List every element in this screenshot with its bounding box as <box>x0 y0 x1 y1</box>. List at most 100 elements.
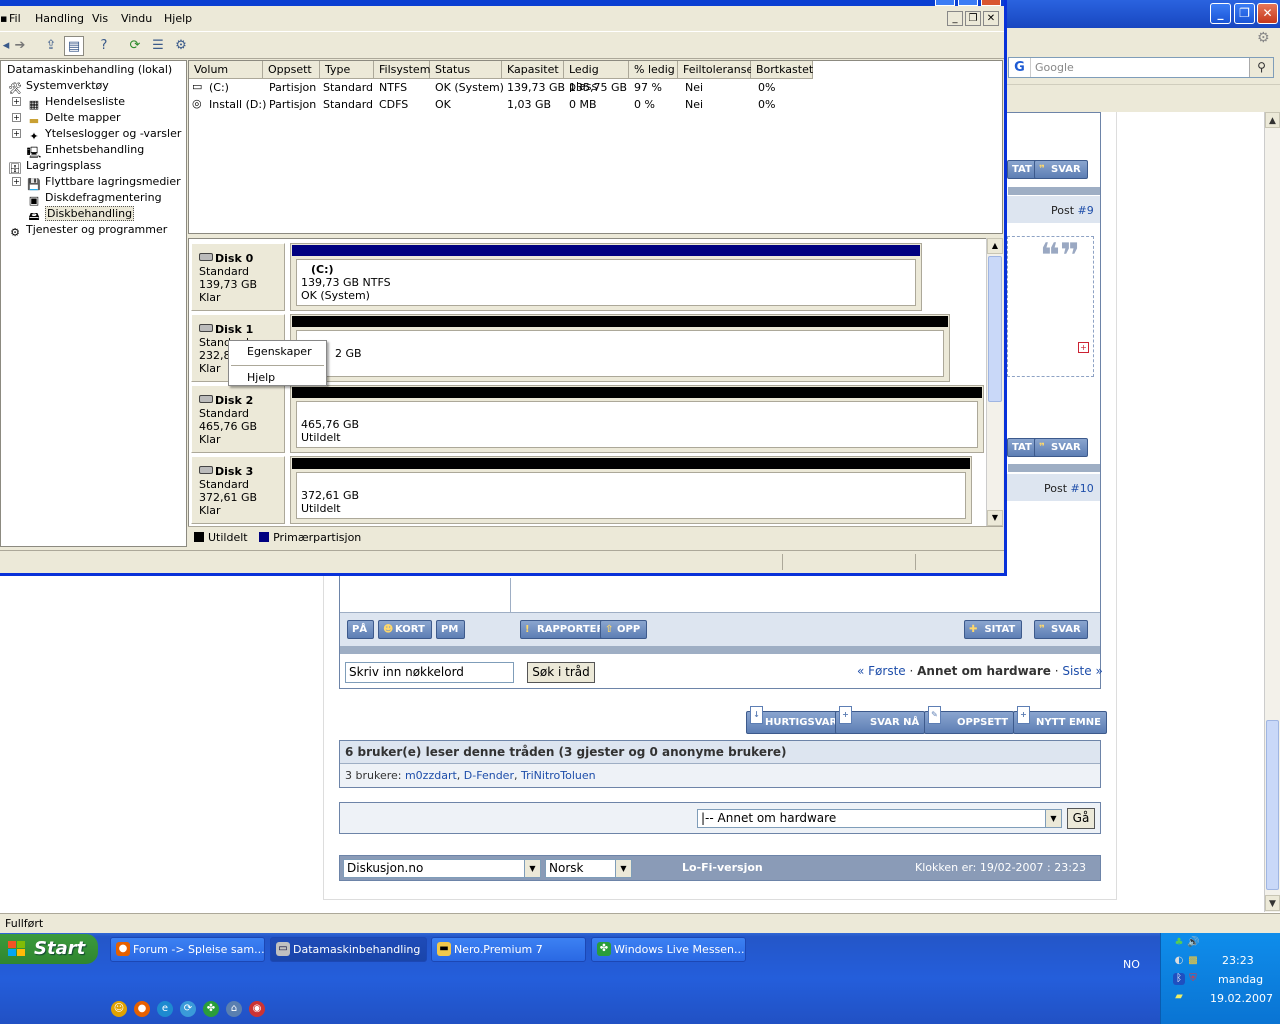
reply-button[interactable]: ❞ SVAR <box>1034 620 1088 639</box>
profile-card-button[interactable]: ☻ KORT <box>378 620 432 639</box>
show-tree-icon[interactable]: ▤ <box>64 36 84 56</box>
column-header[interactable]: Status <box>430 61 502 79</box>
reply-now-button[interactable]: + SVAR NÅ <box>835 706 926 734</box>
chevron-down-icon[interactable]: ▼ <box>524 860 540 877</box>
quicklaunch-penguin-icon[interactable]: ☺ <box>111 1001 127 1017</box>
tree-item-device-manager[interactable]: 🖳 Enhetsbehandling <box>26 143 145 160</box>
disk-1-unallocated[interactable]: 2 GB <box>290 314 950 382</box>
tree-item-event-viewer[interactable]: + ▦ Hendelsesliste <box>12 95 125 112</box>
menu-action[interactable]: Handling <box>35 12 84 25</box>
quote-button[interactable]: ✚ SITAT <box>964 620 1023 639</box>
taskbar-item-nero[interactable]: ▬ Nero.Premium 7 <box>431 937 586 962</box>
disk-2-unallocated[interactable]: 465,76 GB Utildelt <box>290 385 984 453</box>
column-header[interactable]: Feiltoleranse <box>678 61 753 79</box>
chevron-down-icon[interactable]: ▼ <box>1045 810 1061 827</box>
disk-view-scrollbar[interactable]: ▲ ▼ <box>986 238 1003 526</box>
maximize-button[interactable] <box>958 0 978 6</box>
go-button[interactable]: Gå <box>1067 808 1095 829</box>
keyword-input[interactable]: Skriv inn nøkkelord <box>345 662 514 683</box>
language-indicator[interactable]: NO <box>1123 958 1140 971</box>
column-header[interactable]: Oppsett <box>263 61 320 79</box>
search-icon[interactable]: ⚲ <box>1249 58 1273 77</box>
browser-close-button[interactable]: ✕ <box>1257 3 1278 24</box>
pm-button[interactable]: PM <box>436 620 466 639</box>
menu-help[interactable]: Hjelp <box>164 12 192 25</box>
browser-minimize-button[interactable]: _ <box>1210 3 1231 24</box>
google-search-box[interactable]: G Google ⚲ <box>1008 57 1274 78</box>
tree-item-system-tools[interactable]: 🛠 Systemverktøy <box>7 79 109 96</box>
tree-item-services-applications[interactable]: ⚙ Tjenester og programmer <box>7 223 167 240</box>
menu-window[interactable]: Vindu <box>121 12 152 25</box>
quicklaunch-ie-icon[interactable]: e <box>157 1001 173 1017</box>
partition-c[interactable]: (C:) 139,73 GB NTFS OK (System) <box>290 243 922 311</box>
child-restore-button[interactable]: ❐ <box>965 11 981 26</box>
windows-security-icon[interactable]: ▩ <box>1187 955 1199 967</box>
reply-button[interactable]: ❞ SVAR <box>1034 160 1088 179</box>
forward-icon[interactable]: ➔ <box>10 36 30 56</box>
scroll-thumb[interactable] <box>988 256 1002 402</box>
google-icon[interactable]: G <box>1009 58 1031 77</box>
first-page-link[interactable]: « Første <box>857 664 906 678</box>
quicklaunch-firefox-icon[interactable]: ● <box>134 1001 150 1017</box>
scroll-down-icon[interactable]: ▼ <box>1265 895 1280 911</box>
expand-icon[interactable]: + <box>12 113 21 122</box>
context-menu-properties[interactable]: Egenskaper <box>247 345 312 358</box>
close-button[interactable] <box>981 0 1001 6</box>
column-header[interactable]: Filsystem <box>374 61 430 79</box>
reader-link[interactable]: TriNitroToluen <box>521 769 596 782</box>
report-icon[interactable]: + <box>1078 342 1089 353</box>
gear-icon[interactable]: ⚙ <box>1257 30 1270 46</box>
app-icon[interactable]: ▪ <box>0 12 7 25</box>
quicklaunch-app-icon[interactable]: ◉ <box>249 1001 265 1017</box>
scroll-thumb[interactable] <box>1266 720 1279 890</box>
on-button[interactable]: PÅ <box>347 620 375 639</box>
taskbar-item-computer-management[interactable]: ▭ Datamaskinbehandling <box>270 937 427 962</box>
settings-button[interactable]: ✎ OPPSETT <box>924 706 1015 734</box>
tree-item-storage[interactable]: 🗄 Lagringsplass <box>7 159 101 176</box>
bluetooth-icon[interactable]: ᛒ <box>1173 973 1185 985</box>
expand-icon[interactable]: + <box>12 129 21 138</box>
quicklaunch-network-icon[interactable]: ⌂ <box>226 1001 242 1017</box>
clock-day[interactable]: mandag <box>1218 973 1263 986</box>
clock-date[interactable]: 19.02.2007 <box>1210 992 1273 1005</box>
disk-3-label[interactable]: Disk 3 Standard 372,61 GB Klar <box>191 456 285 524</box>
help-icon[interactable]: ? <box>94 36 114 56</box>
child-close-button[interactable]: ✕ <box>983 11 999 26</box>
forum-jump-select[interactable]: |-- Annet om hardware ▼ <box>697 809 1062 828</box>
scroll-up-icon[interactable]: ▲ <box>987 238 1003 254</box>
tree-item-performance-logs[interactable]: + ✦ Ytelseslogger og -varsler <box>12 127 181 144</box>
reader-link[interactable]: D-Fender <box>464 769 514 782</box>
network-icon[interactable]: ♣ <box>1173 937 1185 949</box>
settings-icon[interactable]: ⚙ <box>171 36 191 56</box>
chevron-down-icon[interactable]: ▼ <box>615 860 631 877</box>
taskbar-item-firefox[interactable]: ● Forum -> Spleise sam... <box>110 937 265 962</box>
antivirus-shield-icon[interactable]: ⛨ <box>1187 973 1199 985</box>
column-header[interactable]: Ledig plass <box>564 61 629 93</box>
language-select[interactable]: Norsk ▼ <box>545 859 632 878</box>
new-topic-button[interactable]: + NYTT EMNE <box>1013 706 1107 734</box>
column-header[interactable]: % ledig <box>629 61 678 79</box>
disk-3-unallocated[interactable]: 372,61 GB Utildelt <box>290 456 972 524</box>
tree-item-shared-folders[interactable]: + ▬ Delte mapper <box>12 111 121 128</box>
minimize-button[interactable] <box>935 0 955 6</box>
taskbar-item-messenger[interactable]: ✤ Windows Live Messen... <box>591 937 746 962</box>
menu-view[interactable]: Vis <box>92 12 108 25</box>
tree-item-disk-management[interactable]: 🖴 Diskbehandling <box>26 206 135 224</box>
scroll-down-icon[interactable]: ▼ <box>987 510 1003 526</box>
clock-time[interactable]: 23:23 <box>1222 954 1254 967</box>
expand-icon[interactable]: + <box>12 97 21 106</box>
child-minimize-button[interactable]: _ <box>947 11 963 26</box>
column-header[interactable]: Bortkastet <box>751 61 813 79</box>
disk-0-label[interactable]: Disk 0 Standard 139,73 GB Klar <box>191 243 285 311</box>
column-header[interactable]: Kapasitet <box>502 61 564 79</box>
context-menu-help[interactable]: Hjelp <box>247 371 275 384</box>
tray-app-icon[interactable]: ◐ <box>1173 955 1185 967</box>
start-button[interactable]: Start <box>0 934 98 964</box>
tree-item-computer-management[interactable]: Datamaskinbehandling (lokal) <box>7 63 172 76</box>
column-header[interactable]: Volum <box>189 61 263 79</box>
volume-icon[interactable]: 🔊 <box>1187 937 1199 949</box>
tree-item-removable-storage[interactable]: + 💾 Flyttbare lagringsmedier <box>12 175 181 192</box>
last-page-link[interactable]: Siste » <box>1062 664 1102 678</box>
menu-file[interactable]: Fil <box>9 12 21 25</box>
disk-2-label[interactable]: Disk 2 Standard 465,76 GB Klar <box>191 385 285 453</box>
